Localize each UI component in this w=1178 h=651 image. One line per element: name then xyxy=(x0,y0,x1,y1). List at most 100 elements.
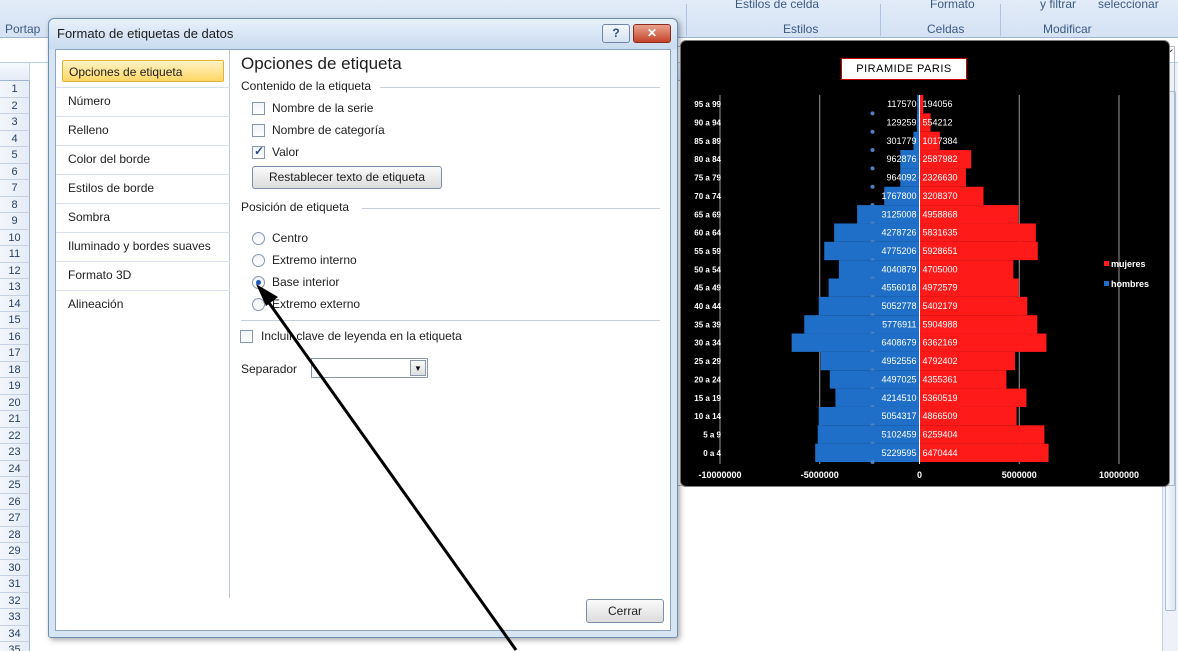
row-header[interactable]: 11 xyxy=(0,246,30,263)
row-header[interactable]: 13 xyxy=(0,279,30,296)
row-header[interactable]: 17 xyxy=(0,345,30,362)
section-divider xyxy=(241,320,660,321)
ordenar-filtrar-button[interactable]: y filtrar xyxy=(1040,0,1076,11)
row-header[interactable]: 6 xyxy=(0,163,30,180)
row-header[interactable]: 2 xyxy=(0,97,30,114)
incluir-leyenda-label: Incluir clave de leyenda en la etiqueta xyxy=(261,329,462,343)
ribbon-separator xyxy=(1000,4,1001,36)
category-label: 25 a 29 xyxy=(694,357,721,366)
restablecer-texto-button[interactable]: Restablecer texto de etiqueta xyxy=(252,166,442,189)
select-all-corner[interactable] xyxy=(0,63,30,81)
label-selection-handle xyxy=(870,148,875,153)
row-header[interactable]: 9 xyxy=(0,213,30,230)
data-label-hombres: 129259 xyxy=(886,118,916,128)
row-header[interactable]: 10 xyxy=(0,229,30,246)
estilos-celda-button[interactable]: Estilos de celda xyxy=(735,0,819,11)
base-interior-radio[interactable] xyxy=(252,276,265,289)
nav-divider xyxy=(56,87,230,88)
row-header[interactable]: 24 xyxy=(0,460,30,477)
row-header[interactable]: 32 xyxy=(0,592,30,609)
data-label-hombres: 5102459 xyxy=(881,429,916,439)
buscar-seleccionar-button[interactable]: seleccionar xyxy=(1098,0,1159,11)
row-header[interactable]: 35 xyxy=(0,642,30,651)
data-label-hombres: 5229595 xyxy=(881,448,916,458)
portapapeles-group-label: Portap xyxy=(5,22,41,36)
nav-item-numero[interactable]: Número xyxy=(62,90,224,112)
nav-item-iluminado[interactable]: Iluminado y bordes suaves xyxy=(62,235,224,257)
nav-item-alineacion[interactable]: Alineación xyxy=(62,293,224,315)
row-header[interactable]: 33 xyxy=(0,609,30,626)
row-header[interactable]: 5 xyxy=(0,147,30,164)
incluir-leyenda-checkbox[interactable] xyxy=(240,330,253,343)
chart-plot-svg[interactable]: 95 a 99 117570 194056 90 a 94 129259 554212 85… xyxy=(681,41,1171,488)
category-label: 45 a 49 xyxy=(694,284,721,293)
category-label: 55 a 59 xyxy=(694,247,721,256)
row-header[interactable]: 3 xyxy=(0,114,30,131)
row-header[interactable]: 14 xyxy=(0,295,30,312)
category-list: Opciones de etiqueta Número Relleno Colo… xyxy=(56,50,230,598)
category-label: 40 a 44 xyxy=(694,302,721,311)
nav-item-color-borde[interactable]: Color del borde xyxy=(62,148,224,170)
row-header[interactable]: 4 xyxy=(0,130,30,147)
dialog-titlebar[interactable]: Formato de etiquetas de datos ? ✕ xyxy=(49,19,677,49)
format-data-labels-dialog: Formato de etiquetas de datos ? ✕ Opcion… xyxy=(48,18,678,638)
row-header[interactable]: 18 xyxy=(0,361,30,378)
nav-item-relleno[interactable]: Relleno xyxy=(62,119,224,141)
row-header[interactable]: 29 xyxy=(0,543,30,560)
nav-item-sombra[interactable]: Sombra xyxy=(62,206,224,228)
row-header[interactable]: 22 xyxy=(0,427,30,444)
extremo-interno-label: Extremo interno xyxy=(272,253,357,267)
row-header[interactable]: 27 xyxy=(0,510,30,527)
section-divider xyxy=(362,208,660,209)
close-icon[interactable]: ✕ xyxy=(633,24,671,43)
row-header[interactable]: 12 xyxy=(0,262,30,279)
row-header[interactable]: 7 xyxy=(0,180,30,197)
nombre-serie-checkbox[interactable] xyxy=(252,102,265,115)
extremo-interno-radio[interactable] xyxy=(252,254,265,267)
x-tick-label: -5000000 xyxy=(801,470,839,480)
row-header[interactable]: 20 xyxy=(0,394,30,411)
data-label-hombres: 3125008 xyxy=(881,209,916,219)
nav-item-estilos-borde[interactable]: Estilos de borde xyxy=(62,177,224,199)
chevron-down-icon[interactable]: ▼ xyxy=(410,360,426,376)
data-label-mujeres: 6470444 xyxy=(923,448,958,458)
dialog-footer: Cerrar xyxy=(56,596,670,630)
row-header[interactable]: 26 xyxy=(0,493,30,510)
nav-divider xyxy=(56,145,230,146)
category-label: 5 a 9 xyxy=(703,430,721,439)
data-label-hombres: 964092 xyxy=(886,173,916,183)
valor-checkbox[interactable] xyxy=(252,144,265,159)
nav-divider xyxy=(56,116,230,117)
nav-item-formato-3d[interactable]: Formato 3D xyxy=(62,264,224,286)
row-header[interactable]: 28 xyxy=(0,526,30,543)
row-header[interactable]: 34 xyxy=(0,625,30,642)
section-divider xyxy=(380,87,660,88)
extremo-externo-radio[interactable] xyxy=(252,298,265,311)
population-pyramid-chart[interactable]: PIRAMIDE PARIS 95 a 99 117570 194056 90 a 9… xyxy=(680,40,1170,487)
row-header[interactable]: 25 xyxy=(0,477,30,494)
estilos-group-label: Estilos xyxy=(783,22,819,36)
row-header[interactable]: 21 xyxy=(0,411,30,428)
row-header[interactable]: 8 xyxy=(0,196,30,213)
formato-button[interactable]: Formato xyxy=(930,0,975,11)
row-header[interactable]: 31 xyxy=(0,576,30,593)
row-header[interactable]: 19 xyxy=(0,378,30,395)
label-selection-handle xyxy=(870,184,875,189)
cerrar-button[interactable]: Cerrar xyxy=(586,599,664,623)
data-label-hombres: 301779 xyxy=(886,136,916,146)
help-button[interactable]: ? xyxy=(602,24,630,43)
row-header[interactable]: 16 xyxy=(0,328,30,345)
row-header[interactable]: 30 xyxy=(0,559,30,576)
row-header[interactable]: 1 xyxy=(0,81,30,98)
nav-divider xyxy=(56,203,230,204)
nombre-categoria-checkbox[interactable] xyxy=(252,124,265,137)
row-header[interactable]: 15 xyxy=(0,312,30,329)
row-header[interactable]: 23 xyxy=(0,444,30,461)
x-tick-label: -10000000 xyxy=(698,470,741,480)
centro-radio[interactable] xyxy=(252,232,265,245)
separador-select[interactable]: , ▼ xyxy=(311,358,428,378)
nav-item-opciones-etiqueta[interactable]: Opciones de etiqueta xyxy=(62,60,224,82)
excel-window: Estilos de celda Formato y filtrar selec… xyxy=(0,0,1178,651)
category-label: 15 a 19 xyxy=(694,394,721,403)
nombre-categoria-label: Nombre de categoría xyxy=(272,123,385,137)
